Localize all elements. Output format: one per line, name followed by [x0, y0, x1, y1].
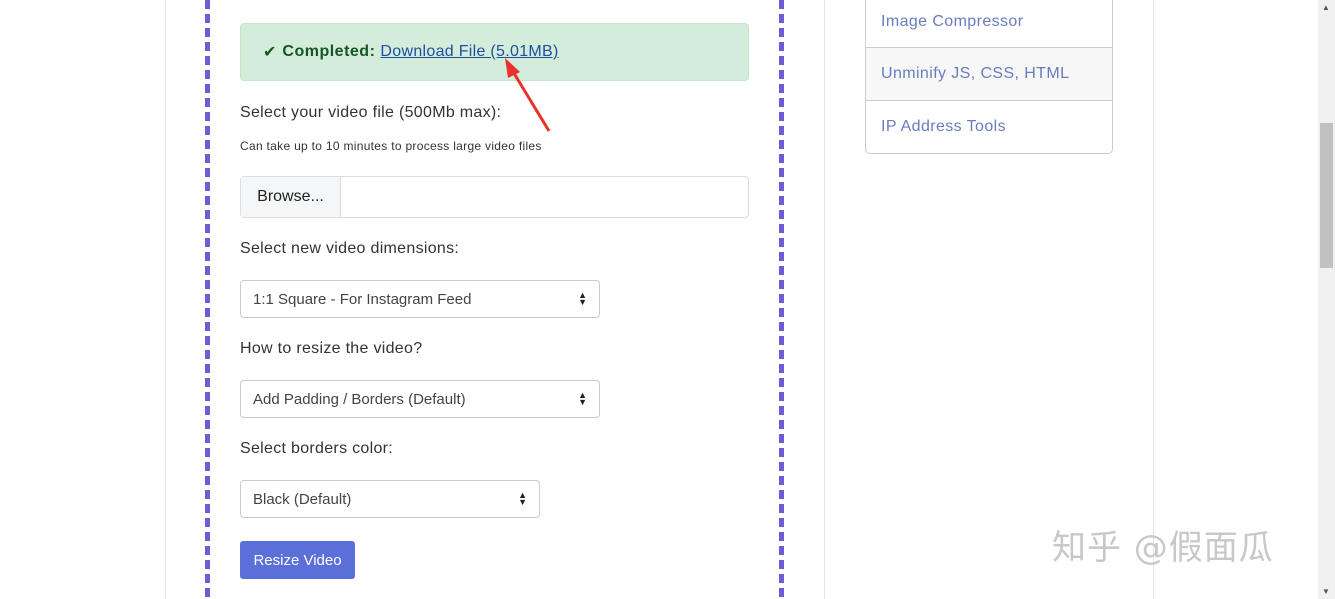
- sidebar-item-unminify[interactable]: Unminify JS, CSS, HTML: [866, 47, 1112, 100]
- sidebar-item-image-compressor[interactable]: Image Compressor: [866, 0, 1112, 47]
- scrollbar-thumb[interactable]: [1320, 123, 1333, 268]
- watermark: 知乎 @假面瓜: [1052, 528, 1274, 568]
- resize-select[interactable]: Add Padding / Borders (Default) ▲ ▼: [240, 380, 600, 418]
- select-arrows-icon: ▲ ▼: [518, 490, 527, 507]
- color-label: Select borders color:: [240, 440, 394, 457]
- sidebar-tools-list: Image Compressor Unminify JS, CSS, HTML …: [865, 0, 1113, 154]
- select-arrows-icon: ▲ ▼: [578, 390, 587, 407]
- file-hint: Can take up to 10 minutes to process lar…: [240, 139, 542, 153]
- file-input[interactable]: Browse...: [240, 176, 749, 218]
- resize-value: Add Padding / Borders (Default): [253, 390, 466, 408]
- dimensions-label: Select new video dimensions:: [240, 240, 460, 257]
- scroll-down-icon[interactable]: ▼: [1322, 587, 1330, 596]
- select-arrows-icon: ▲ ▼: [578, 290, 587, 307]
- scroll-up-icon[interactable]: ▲: [1322, 3, 1330, 12]
- file-label: Select your video file (500Mb max):: [240, 104, 502, 121]
- resize-label: How to resize the video?: [240, 340, 423, 357]
- resize-video-button[interactable]: Resize Video: [240, 541, 355, 579]
- color-select[interactable]: Black (Default) ▲ ▼: [240, 480, 540, 518]
- dimensions-value: 1:1 Square - For Instagram Feed: [253, 290, 472, 308]
- browse-button[interactable]: Browse...: [241, 177, 341, 217]
- scrollbar[interactable]: ▲ ▼: [1318, 0, 1335, 599]
- sidebar-item-ip-tools[interactable]: IP Address Tools: [866, 100, 1112, 153]
- dimensions-select[interactable]: 1:1 Square - For Instagram Feed ▲ ▼: [240, 280, 600, 318]
- annotation-arrow: [505, 58, 551, 132]
- color-value: Black (Default): [253, 490, 352, 508]
